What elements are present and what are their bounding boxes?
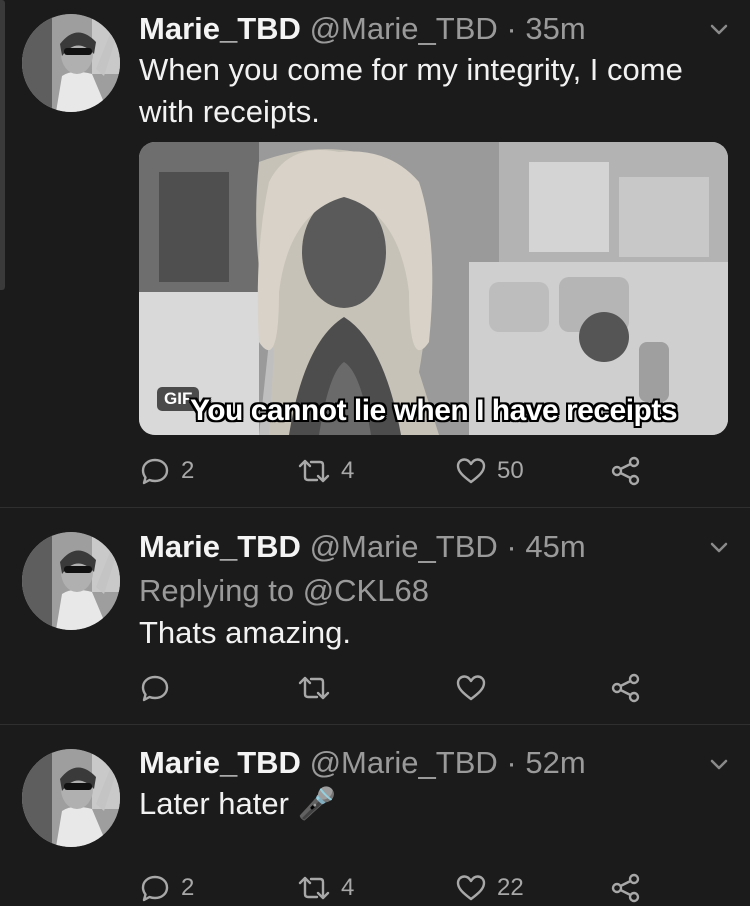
reply-count: 2 bbox=[181, 874, 195, 901]
separator: · bbox=[506, 529, 517, 564]
tweet-actions bbox=[139, 670, 739, 706]
tweet-header: Marie_TBD @Marie_TBD · 35m bbox=[139, 11, 586, 47]
share-button[interactable] bbox=[610, 870, 642, 906]
timestamp[interactable]: 45m bbox=[525, 529, 585, 564]
retweet-button[interactable]: 4 bbox=[297, 870, 354, 906]
share-icon bbox=[611, 873, 640, 903]
tweet-text: When you come for my integrity, I come w… bbox=[139, 52, 683, 129]
avatar[interactable] bbox=[22, 14, 120, 112]
display-name[interactable]: Marie_TBD bbox=[139, 745, 301, 780]
replying-to[interactable]: Replying to @CKL68 bbox=[139, 573, 429, 609]
heart-icon bbox=[456, 875, 486, 901]
timestamp[interactable]: 35m bbox=[525, 11, 585, 46]
tweet-2[interactable]: Marie_TBD @Marie_TBD · 45m Replying to @… bbox=[0, 508, 750, 724]
share-icon bbox=[611, 673, 640, 703]
retweet-icon bbox=[298, 459, 330, 483]
tweet-3[interactable]: Marie_TBD @Marie_TBD · 52m Later hater 🎤… bbox=[0, 725, 750, 903]
retweet-count: 4 bbox=[341, 874, 355, 901]
heart-icon bbox=[456, 675, 486, 701]
display-name[interactable]: Marie_TBD bbox=[139, 529, 301, 564]
share-button[interactable] bbox=[610, 453, 642, 489]
tweet-actions: 2 4 50 bbox=[139, 453, 739, 489]
share-icon bbox=[611, 456, 640, 486]
reply-count: 2 bbox=[181, 457, 195, 484]
like-button[interactable]: 50 bbox=[455, 453, 524, 489]
gif-caption: You cannot lie when I have receipts bbox=[189, 394, 678, 427]
separator: · bbox=[506, 745, 517, 780]
separator: · bbox=[506, 11, 517, 46]
reply-icon bbox=[141, 675, 169, 702]
gif-image bbox=[139, 142, 728, 435]
display-name[interactable]: Marie_TBD bbox=[139, 11, 301, 46]
reply-button[interactable] bbox=[139, 670, 181, 706]
gif-media[interactable]: GIF You cannot lie when I have receipts bbox=[139, 142, 728, 435]
user-handle[interactable]: @Marie_TBD bbox=[310, 529, 498, 564]
user-handle[interactable]: @Marie_TBD bbox=[310, 745, 498, 780]
tweet-1[interactable]: Marie_TBD @Marie_TBD · 35m When you come… bbox=[0, 0, 750, 507]
like-button[interactable] bbox=[455, 670, 497, 706]
reply-icon bbox=[141, 458, 169, 485]
reply-button[interactable]: 2 bbox=[139, 453, 194, 489]
retweet-button[interactable] bbox=[297, 670, 341, 706]
tweet-header: Marie_TBD @Marie_TBD · 45m bbox=[139, 529, 586, 565]
heart-icon bbox=[456, 458, 486, 484]
chevron-down-icon[interactable] bbox=[704, 533, 734, 563]
share-button[interactable] bbox=[610, 670, 642, 706]
timestamp[interactable]: 52m bbox=[525, 745, 585, 780]
avatar[interactable] bbox=[22, 749, 120, 847]
chevron-down-icon[interactable] bbox=[704, 15, 734, 45]
tweet-header: Marie_TBD @Marie_TBD · 52m bbox=[139, 745, 586, 781]
user-handle[interactable]: @Marie_TBD bbox=[310, 11, 498, 46]
reply-button[interactable]: 2 bbox=[139, 870, 194, 906]
like-count: 50 bbox=[497, 457, 524, 484]
avatar[interactable] bbox=[22, 532, 120, 630]
tweet-text: Thats amazing. bbox=[139, 615, 351, 650]
tweet-actions: 2 4 22 bbox=[139, 870, 739, 906]
tweet-text: Later hater 🎤 bbox=[139, 786, 337, 821]
retweet-button[interactable]: 4 bbox=[297, 453, 354, 489]
retweet-count: 4 bbox=[341, 457, 355, 484]
like-count: 22 bbox=[497, 874, 524, 901]
chevron-down-icon[interactable] bbox=[704, 750, 734, 780]
like-button[interactable]: 22 bbox=[455, 870, 524, 906]
reply-icon bbox=[141, 875, 169, 902]
retweet-icon bbox=[298, 676, 330, 700]
retweet-icon bbox=[298, 876, 330, 900]
